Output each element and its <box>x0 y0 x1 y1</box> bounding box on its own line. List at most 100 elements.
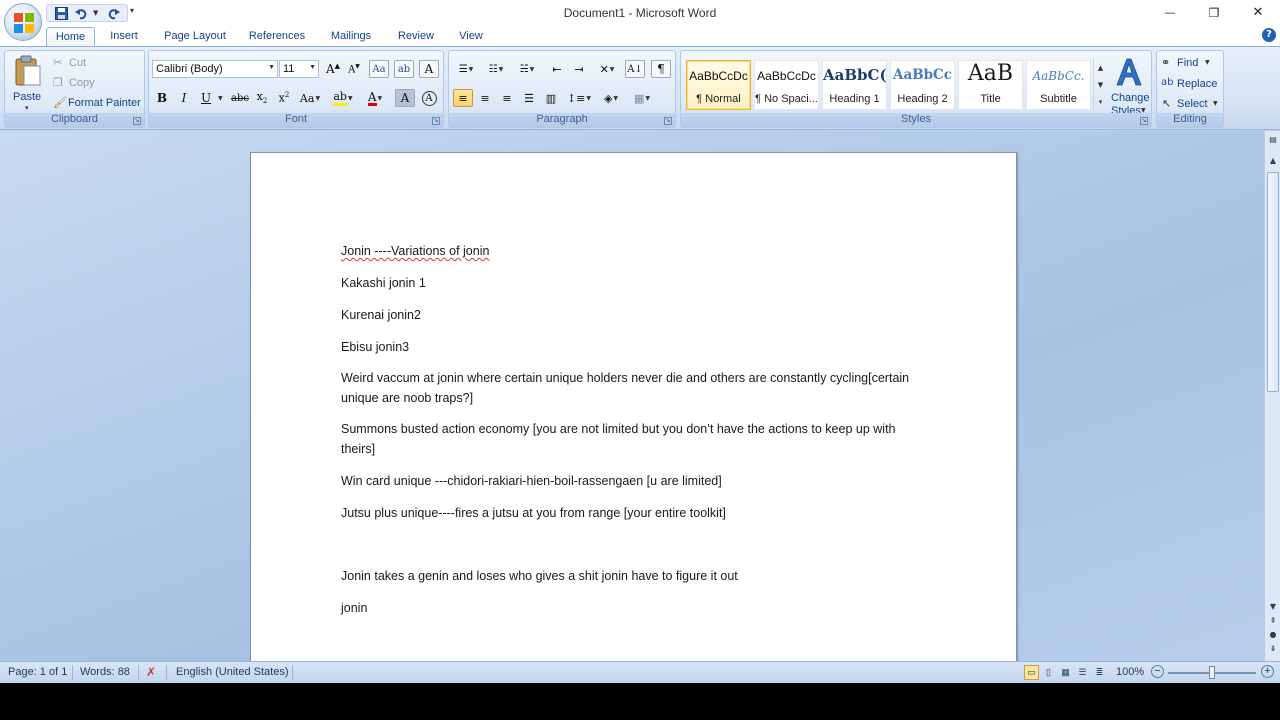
phonetic-guide-button[interactable]: ab <box>394 60 414 78</box>
close-button[interactable]: ✕ <box>1236 0 1280 25</box>
scroll-up-icon[interactable]: ▲ <box>1267 155 1279 167</box>
subscript-button[interactable]: x2 <box>252 89 272 107</box>
format-painter-button[interactable]: 🖌 Format Painter <box>53 96 145 112</box>
clear-formatting-button[interactable]: Aa <box>369 60 389 78</box>
browse-object-icon[interactable]: ● <box>1267 629 1279 641</box>
next-page-icon[interactable]: ⇟ <box>1267 643 1279 655</box>
restore-button[interactable]: ❐ <box>1192 0 1236 25</box>
document-paragraph[interactable]: Ebisu jonin3 <box>341 338 931 358</box>
numbering-button[interactable]: ☷ ▼ <box>482 60 510 78</box>
justify-button[interactable]: ☰ <box>519 89 539 107</box>
document-paragraph[interactable]: Summons busted action economy [you are n… <box>341 420 931 459</box>
increase-indent-button[interactable]: ⇥ <box>569 60 589 78</box>
shading-button[interactable]: ◈ ▼ <box>597 89 625 107</box>
sort-button[interactable]: A↓ <box>625 60 645 78</box>
show-hide-marks-button[interactable]: ¶ <box>651 60 671 78</box>
clipboard-launcher-icon[interactable]: ↘ <box>133 117 141 125</box>
zoom-out-icon[interactable]: − <box>1151 665 1164 678</box>
print-layout-view-icon[interactable]: ▭ <box>1024 665 1039 680</box>
character-border-button[interactable]: A <box>419 60 439 78</box>
document-paragraph[interactable]: Win card unique ---chidori-rakiari-hien-… <box>341 472 931 492</box>
chevron-down-icon[interactable]: ▼ <box>1098 81 1103 89</box>
chevron-up-icon[interactable]: ▲ <box>1098 64 1103 72</box>
bold-button[interactable]: B <box>152 89 172 107</box>
underline-button[interactable]: U <box>196 89 216 107</box>
paragraph-launcher-icon[interactable]: ↘ <box>664 117 672 125</box>
change-case-button[interactable]: Aa ▼ <box>297 89 323 107</box>
word-count[interactable]: Words: 88 <box>80 666 130 678</box>
underline-dropdown-icon[interactable]: ▼ <box>218 95 223 102</box>
superscript-button[interactable]: x2 <box>274 89 294 107</box>
align-left-button[interactable]: ≡ <box>453 89 473 107</box>
outline-view-icon[interactable]: ☰ <box>1075 665 1090 680</box>
document-paragraph[interactable]: Jutsu plus unique----fires a jutsu at yo… <box>341 504 931 524</box>
web-layout-view-icon[interactable]: ▦ <box>1058 665 1073 680</box>
paste-button[interactable]: Paste ▾ <box>9 53 45 113</box>
style-title[interactable]: AaB Title <box>958 60 1023 110</box>
previous-page-icon[interactable]: ⇞ <box>1267 615 1279 627</box>
chinese-layout-button[interactable]: ✕ ▼ <box>593 60 621 78</box>
page-count[interactable]: Page: 1 of 1 <box>8 666 67 678</box>
select-button[interactable]: ↖ Select ▼ <box>1161 97 1223 113</box>
line-spacing-button[interactable]: ↕≡ ▼ <box>565 89 593 107</box>
replace-button[interactable]: ab Replace <box>1161 77 1223 93</box>
ruler-toggle-icon[interactable]: ▤ <box>1267 134 1279 146</box>
draft-view-icon[interactable]: ≣ <box>1092 665 1107 680</box>
scroll-thumb[interactable] <box>1267 172 1279 392</box>
decrease-indent-button[interactable]: ⇤ <box>547 60 567 78</box>
document-paragraph[interactable]: jonin <box>341 599 931 619</box>
zoom-slider-thumb[interactable] <box>1209 666 1215 679</box>
document-paragraph[interactable]: Kurenai jonin2 <box>341 306 931 326</box>
align-center-button[interactable]: ≡ <box>475 89 495 107</box>
tab-references[interactable]: References <box>246 27 308 47</box>
styles-launcher-icon[interactable]: ↘ <box>1140 117 1148 125</box>
office-button[interactable] <box>4 3 42 41</box>
bullets-button[interactable]: ☰ ▼ <box>452 60 480 78</box>
document-paragraph[interactable]: Kakashi jonin 1 <box>341 274 931 294</box>
tab-review[interactable]: Review <box>395 27 437 47</box>
style-no-spacing[interactable]: AaBbCcDc ¶ No Spaci... <box>754 60 819 110</box>
copy-button[interactable]: ❐ Copy <box>53 76 133 92</box>
multilevel-list-button[interactable]: ☵ ▼ <box>512 60 542 78</box>
zoom-in-icon[interactable]: + <box>1261 665 1274 678</box>
shrink-font-button[interactable]: A▼ <box>344 60 364 78</box>
tab-home[interactable]: Home <box>46 27 95 48</box>
borders-button[interactable]: ▦ ▼ <box>627 89 657 107</box>
document-paragraph[interactable]: Jonin ----Variations of jonin <box>341 242 931 262</box>
styles-gallery-scroll[interactable]: ▲ ▼ ▾ <box>1093 59 1107 111</box>
distributed-button[interactable]: ▥ <box>541 89 561 107</box>
font-color-button[interactable]: A ▼ <box>361 89 389 107</box>
strikethrough-button[interactable]: abc <box>230 89 250 107</box>
change-styles-button[interactable]: Change Styles ▼ <box>1109 55 1150 117</box>
find-button[interactable]: ⚭ Find ▼ <box>1161 56 1221 72</box>
font-launcher-icon[interactable]: ↘ <box>432 117 440 125</box>
document-paragraph[interactable]: Weird vaccum at jonin where certain uniq… <box>341 369 931 408</box>
enclose-characters-button[interactable]: A <box>419 89 439 107</box>
proofing-icon[interactable]: ✗ <box>146 665 156 679</box>
full-screen-reading-view-icon[interactable]: ▯ <box>1041 665 1056 680</box>
language-indicator[interactable]: English (United States) <box>176 666 289 678</box>
vertical-scrollbar[interactable]: ▤ ▲ ▼ ⇞ ● ⇟ <box>1264 131 1280 661</box>
grow-font-button[interactable]: A▲ <box>323 60 343 78</box>
character-shading-button[interactable]: A <box>395 89 415 107</box>
scroll-down-icon[interactable]: ▼ <box>1267 601 1279 613</box>
font-size-combo[interactable]: 11 ▼ <box>279 60 319 78</box>
document-page[interactable]: Jonin ----Variations of jonin Kakashi jo… <box>250 152 1017 661</box>
style-heading-2[interactable]: AaBbCc Heading 2 <box>890 60 955 110</box>
italic-button[interactable]: I <box>174 89 194 107</box>
style-heading-1[interactable]: AaBbC( Heading 1 <box>822 60 887 110</box>
highlight-button[interactable]: ab ▼ <box>329 89 357 107</box>
cut-button[interactable]: ✂ Cut <box>53 56 133 72</box>
tab-insert[interactable]: Insert <box>104 27 144 47</box>
tab-view[interactable]: View <box>454 27 488 47</box>
font-name-combo[interactable]: Calibri (Body) ▼ <box>152 60 278 78</box>
document-paragraph[interactable]: Jonin takes a genin and loses who gives … <box>341 567 931 587</box>
style-normal[interactable]: AaBbCcDc ¶ Normal <box>686 60 751 110</box>
gallery-more-icon[interactable]: ▾ <box>1099 98 1103 106</box>
minimize-button[interactable]: — <box>1148 0 1192 25</box>
help-icon[interactable]: ? <box>1262 28 1276 42</box>
align-right-button[interactable]: ≡ <box>497 89 517 107</box>
tab-page-layout[interactable]: Page Layout <box>160 27 230 47</box>
style-subtitle[interactable]: AaBbCc. Subtitle <box>1026 60 1091 110</box>
tab-mailings[interactable]: Mailings <box>326 27 376 47</box>
